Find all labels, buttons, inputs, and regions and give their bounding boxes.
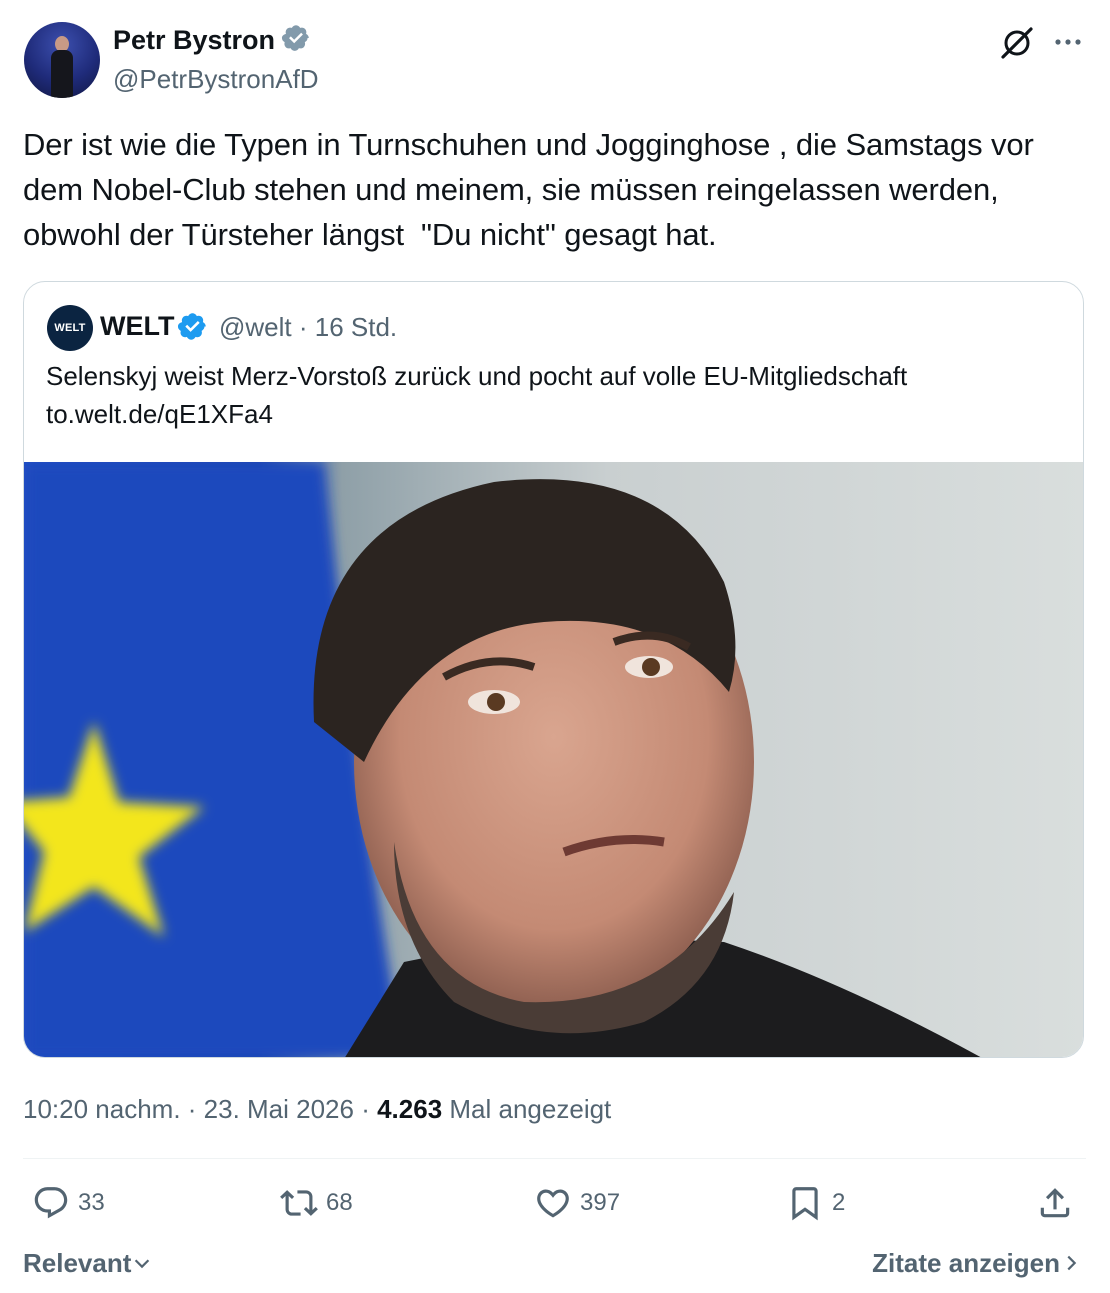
chevron-right-icon bbox=[1067, 1255, 1077, 1271]
repost-count: 68 bbox=[326, 1189, 353, 1216]
view-quotes-label: Zitate anzeigen bbox=[872, 1248, 1060, 1278]
quoted-tweet-card[interactable]: WELT WELT @welt · 16 Std. Selenskyj weis… bbox=[23, 281, 1084, 1058]
repost-icon bbox=[280, 1190, 318, 1216]
sort-dropdown[interactable]: Relevant bbox=[23, 1245, 153, 1281]
share-icon bbox=[1040, 1188, 1070, 1218]
reply-button[interactable]: 33 bbox=[32, 1180, 105, 1226]
view-count: 4.263 bbox=[377, 1094, 443, 1124]
like-button[interactable]: 397 bbox=[534, 1180, 620, 1226]
quoted-author-name[interactable]: WELT bbox=[100, 308, 174, 344]
divider bbox=[23, 1158, 1086, 1159]
quoted-handle-time[interactable]: @welt · 16 Std. bbox=[219, 309, 397, 345]
verified-badge-blue-icon bbox=[177, 313, 206, 340]
tweet-timestamp[interactable]: 10:20 nachm. · 23. Mai 2026 · bbox=[23, 1094, 377, 1124]
tweet-text: Der ist wie die Typen in Turnschuhen und… bbox=[23, 127, 1043, 252]
heart-icon bbox=[537, 1189, 569, 1218]
repost-button[interactable]: 68 bbox=[280, 1180, 353, 1226]
bookmark-count: 2 bbox=[832, 1189, 846, 1216]
quoted-link[interactable]: to.welt.de/qE1XFa4 bbox=[46, 395, 1056, 433]
bookmark-icon bbox=[792, 1187, 818, 1221]
grok-icon[interactable] bbox=[998, 26, 1036, 60]
author-name[interactable]: Petr Bystron bbox=[113, 25, 275, 55]
quoted-avatar[interactable]: WELT bbox=[47, 305, 93, 351]
quoted-headline: Selenskyj weist Merz-Vorstoß zurück und … bbox=[46, 361, 908, 391]
verified-badge-icon bbox=[281, 25, 309, 51]
bookmark-button[interactable]: 2 bbox=[786, 1180, 845, 1226]
share-button[interactable] bbox=[1036, 1180, 1082, 1226]
sort-label: Relevant bbox=[23, 1248, 132, 1278]
tweet-meta: 10:20 nachm. · 23. Mai 2026 · 4.263 Mal … bbox=[23, 1090, 611, 1128]
view-quotes-link[interactable]: Zitate anzeigen bbox=[872, 1245, 1082, 1281]
views-label: Mal angezeigt bbox=[442, 1094, 612, 1124]
reply-count: 33 bbox=[78, 1189, 105, 1216]
author-avatar[interactable] bbox=[24, 22, 100, 98]
quoted-text: Selenskyj weist Merz-Vorstoß zurück und … bbox=[46, 357, 1056, 433]
author-handle[interactable]: @PetrBystronAfD bbox=[113, 62, 319, 96]
like-count: 397 bbox=[580, 1189, 621, 1216]
author-name-row[interactable]: Petr Bystron bbox=[113, 22, 311, 58]
avatar-body bbox=[51, 50, 73, 98]
chevron-down-icon bbox=[135, 1259, 150, 1269]
quoted-photo[interactable] bbox=[24, 462, 1084, 1058]
more-options-icon[interactable] bbox=[1052, 30, 1084, 54]
reply-icon bbox=[34, 1187, 68, 1219]
